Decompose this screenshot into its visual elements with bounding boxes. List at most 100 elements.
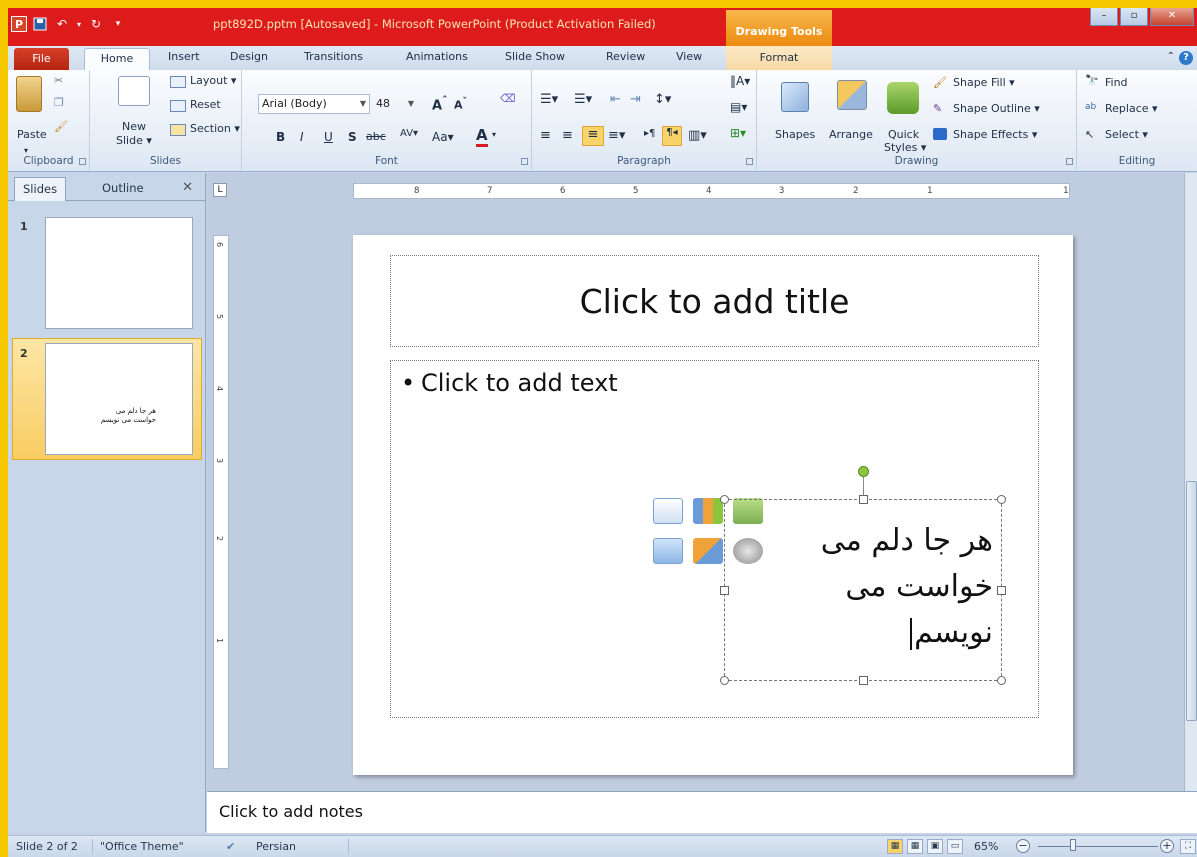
resize-handle-bottom-right[interactable] xyxy=(997,676,1006,685)
cut-icon[interactable]: ✂ xyxy=(54,74,63,87)
bullets-icon[interactable]: ☰▾ xyxy=(540,92,558,107)
character-spacing-icon[interactable]: AV▾ xyxy=(400,128,418,139)
new-slide-icon[interactable] xyxy=(118,76,150,106)
smartart-icon[interactable]: ⊞▾ xyxy=(730,126,746,140)
shape-fill-button[interactable]: Shape Fill ▾ xyxy=(953,76,1015,89)
quick-styles-dropdown[interactable]: Styles ▾ xyxy=(884,141,926,154)
insert-chart-icon[interactable] xyxy=(693,498,723,524)
quick-styles-label[interactable]: Quick xyxy=(888,128,919,141)
tab-transitions[interactable]: Transitions xyxy=(304,50,363,63)
paragraph-launcher-icon[interactable] xyxy=(746,158,753,165)
paste-button[interactable]: Paste xyxy=(17,128,47,141)
shape-effects-icon[interactable] xyxy=(933,128,947,140)
close-button[interactable]: ✕ xyxy=(1150,8,1194,26)
ltr-icon[interactable]: ▸¶ xyxy=(644,128,655,139)
line-spacing-icon[interactable]: ↕▾ xyxy=(654,92,671,107)
customize-qat-icon[interactable]: ▾ xyxy=(109,15,127,33)
slide-sorter-icon[interactable]: ▦ xyxy=(907,839,923,854)
paste-icon[interactable] xyxy=(16,76,42,112)
layout-icon[interactable] xyxy=(170,76,186,88)
copy-icon[interactable]: ❐ xyxy=(54,96,64,109)
arrange-icon[interactable] xyxy=(837,80,867,110)
underline-icon[interactable]: U xyxy=(324,130,333,144)
shape-effects-button[interactable]: Shape Effects ▾ xyxy=(953,128,1037,141)
tab-selector-icon[interactable]: L xyxy=(213,183,227,197)
tab-home[interactable]: Home xyxy=(84,48,150,71)
undo-icon[interactable]: ↶ xyxy=(53,15,71,33)
shapes-button[interactable]: Shapes xyxy=(775,128,815,141)
fit-to-window-icon[interactable]: ⛶ xyxy=(1180,839,1196,854)
slide-show-icon[interactable]: ▭ xyxy=(947,839,963,854)
bold-icon[interactable]: B xyxy=(276,130,285,144)
shape-outline-icon[interactable]: ✎ xyxy=(933,102,942,115)
increase-indent-icon[interactable]: ⇥ xyxy=(630,92,641,107)
spell-check-icon[interactable]: ✔ xyxy=(226,840,235,853)
minimize-ribbon-icon[interactable]: ⌃ xyxy=(1167,51,1175,62)
find-button[interactable]: Find xyxy=(1105,76,1128,89)
zoom-level[interactable]: 65% xyxy=(974,840,998,853)
font-name-combo[interactable]: Arial (Body) ▼ xyxy=(258,94,370,114)
title-placeholder[interactable]: Click to add title xyxy=(390,255,1039,347)
decrease-indent-icon[interactable]: ⇤ xyxy=(610,92,621,107)
section-button[interactable]: Section ▾ xyxy=(190,122,240,135)
help-icon[interactable]: ? xyxy=(1179,51,1193,65)
align-left-icon[interactable]: ≡ xyxy=(540,128,551,143)
resize-handle-left[interactable] xyxy=(720,586,729,595)
font-launcher-icon[interactable] xyxy=(521,158,528,165)
text-shadow-icon[interactable]: S xyxy=(348,130,357,144)
layout-button[interactable]: Layout ▾ xyxy=(190,74,236,87)
resize-handle-bottom[interactable] xyxy=(859,676,868,685)
clear-formatting-icon[interactable]: ⌫ xyxy=(500,92,516,105)
tab-format[interactable]: Format xyxy=(726,46,832,70)
tab-slides[interactable]: Slides xyxy=(14,177,67,201)
selected-textbox[interactable]: هر جا دلم می خواست می نویسم xyxy=(720,466,1006,685)
insert-clip-art-icon[interactable] xyxy=(693,538,723,564)
resize-handle-top[interactable] xyxy=(859,495,868,504)
tab-slide-show[interactable]: Slide Show xyxy=(505,50,565,63)
theme-name[interactable]: "Office Theme" xyxy=(100,840,184,853)
zoom-slider-thumb[interactable] xyxy=(1070,839,1076,851)
center-icon[interactable]: ≡ xyxy=(562,128,573,143)
resize-handle-top-left[interactable] xyxy=(720,495,729,504)
slide-thumbnail-1[interactable] xyxy=(45,217,193,329)
quick-styles-icon[interactable] xyxy=(887,82,919,114)
tab-outline[interactable]: Outline xyxy=(94,177,152,201)
normal-view-icon[interactable]: ▦ xyxy=(887,839,903,854)
scrollbar-thumb[interactable] xyxy=(1186,481,1197,721)
reset-button[interactable]: Reset xyxy=(190,98,221,111)
grow-font-icon[interactable]: Aˆ xyxy=(432,94,447,113)
maximize-button[interactable]: ▫ xyxy=(1120,8,1148,26)
format-painter-icon[interactable]: 🖌 xyxy=(54,120,68,133)
insert-picture-icon[interactable] xyxy=(653,538,683,564)
tab-animations[interactable]: Animations xyxy=(406,50,468,63)
resize-handle-top-right[interactable] xyxy=(997,495,1006,504)
notes-pane[interactable]: Click to add notes xyxy=(207,791,1197,833)
tab-file[interactable]: File xyxy=(14,48,69,70)
resize-handle-right[interactable] xyxy=(997,586,1006,595)
columns-icon[interactable]: ▥▾ xyxy=(688,128,707,143)
rotate-handle-icon[interactable] xyxy=(858,466,869,477)
powerpoint-icon[interactable]: P xyxy=(11,16,27,32)
resize-handle-bottom-left[interactable] xyxy=(720,676,729,685)
horizontal-ruler[interactable]: 8 7 6 5 4 3 2 1 1 xyxy=(353,183,1070,199)
reset-icon[interactable] xyxy=(170,100,186,112)
new-slide-label[interactable]: New xyxy=(122,120,146,133)
tab-view[interactable]: View xyxy=(676,50,702,63)
clipboard-launcher-icon[interactable] xyxy=(79,158,86,165)
tab-design[interactable]: Design xyxy=(230,50,268,63)
find-icon[interactable]: 🔭 xyxy=(1085,74,1099,87)
save-icon[interactable] xyxy=(31,15,49,33)
slide-thumbnail-2[interactable]: هر جا دلم می خواست می نویسم xyxy=(45,343,193,455)
chevron-down-icon[interactable]: ▾ xyxy=(492,130,496,139)
reading-view-icon[interactable]: ▣ xyxy=(927,839,943,854)
minimize-button[interactable]: – xyxy=(1090,8,1118,26)
zoom-out-icon[interactable]: − xyxy=(1016,839,1030,853)
vertical-scrollbar[interactable] xyxy=(1184,173,1197,796)
shrink-font-icon[interactable]: Aˇ xyxy=(454,96,467,112)
rtl-icon[interactable]: ¶◂ xyxy=(662,126,682,146)
insert-table-icon[interactable] xyxy=(653,498,683,524)
strikethrough-icon[interactable]: abc xyxy=(366,130,386,143)
zoom-in-icon[interactable]: + xyxy=(1160,839,1174,853)
drawing-launcher-icon[interactable] xyxy=(1066,158,1073,165)
zoom-slider[interactable] xyxy=(1038,846,1158,847)
